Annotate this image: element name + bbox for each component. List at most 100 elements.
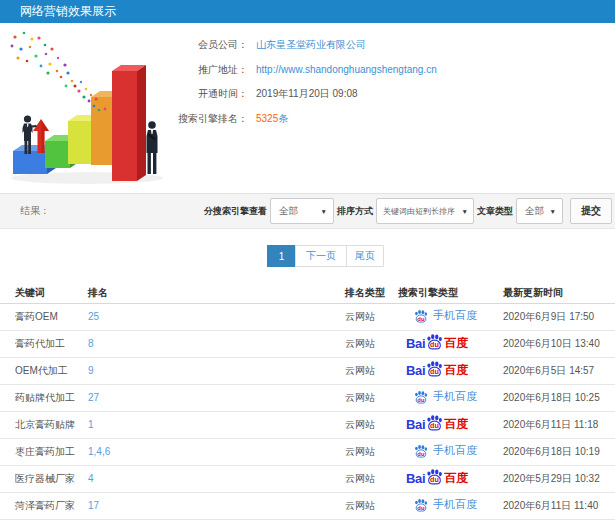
keyword-cell: 膏药OEM <box>0 303 88 330</box>
updated-cell: 2020年6月11日 11:18 <box>503 411 615 438</box>
member-info: 会员公司： 山东皇圣堂药业有限公司 推广地址： http://www.shand… <box>0 33 615 131</box>
svg-text:du: du <box>430 421 439 430</box>
baidu-logo[interactable]: Baidu百度 <box>398 333 468 354</box>
baidu-logo[interactable]: Baidu百度 <box>398 414 468 435</box>
mobile-baidu-link[interactable]: du 手机百度 <box>398 497 477 512</box>
header-rank-type: 排名类型 <box>345 283 398 303</box>
engine-view-label: 分搜索引擎查看 <box>204 205 267 218</box>
info-row-open-time: 开通时间： 2019年11月20日 09:08 <box>0 82 615 107</box>
table-row: 枣庄膏药加工1,4,6 云网站 du 手机百度 2020年6月18日 10:19 <box>0 438 615 465</box>
rank-cell: 1 <box>88 411 345 438</box>
baidu-logo[interactable]: Baidu百度 <box>398 468 468 489</box>
company-label: 会员公司： <box>0 38 248 52</box>
baidu-paw-icon: du <box>426 360 443 377</box>
baidu-paw-icon: du <box>414 498 428 512</box>
info-row-rank-count: 搜索引擎排名： 5325条 <box>0 107 615 132</box>
page-last-button[interactable]: 尾页 <box>346 245 384 267</box>
rank-link[interactable]: 1 <box>88 419 94 430</box>
mobile-baidu-link[interactable]: du 手机百度 <box>398 389 477 404</box>
rank-count-number: 5325 <box>256 113 278 124</box>
updated-cell: 2020年6月18日 10:19 <box>503 438 615 465</box>
pagination: 1 下一页 尾页 <box>18 244 615 268</box>
table-row: 膏药代加工8云网站Baidu百度2020年6月10日 13:40 <box>0 330 615 357</box>
rank-count-suffix: 条 <box>278 113 288 124</box>
rank-cell: 27 <box>88 384 345 411</box>
rank-type-cell: 云网站 <box>345 357 398 384</box>
title-bar: 网络营销效果展示 <box>0 0 615 23</box>
rank-type-cell: 云网站 <box>345 438 398 465</box>
engine-label: 手机百度 <box>433 497 477 512</box>
rank-link[interactable]: 1,4,6 <box>88 446 110 457</box>
chevron-down-icon: ▼ <box>321 208 327 215</box>
keyword-cell: 菏泽膏药厂家 <box>0 492 88 519</box>
filter-bar: 结果： 分搜索引擎查看 全部 ▼ 排序方式 关键词由短到长排序 ▼ 文章类型 全… <box>0 193 615 229</box>
engine-cell: Baidu百度 <box>398 465 503 492</box>
updated-cell: 2020年6月10日 13:40 <box>503 330 615 357</box>
header-engine-type: 搜索引擎类型 <box>398 283 503 303</box>
open-time-label: 开通时间： <box>0 87 248 101</box>
engine-view-selected: 全部 <box>279 205 298 218</box>
header-keyword: 关键词 <box>0 283 88 303</box>
submit-button[interactable]: 提交 <box>570 198 612 224</box>
filter-controls: 分搜索引擎查看 全部 ▼ 排序方式 关键词由短到长排序 ▼ 文章类型 全部 ▼ … <box>201 194 612 228</box>
baidu-bai-text: Bai <box>406 336 425 351</box>
rank-cell: 1,4,6 <box>88 438 345 465</box>
rank-link[interactable]: 27 <box>88 392 99 403</box>
svg-text:du: du <box>417 451 425 457</box>
keyword-cell: OEM代加工 <box>0 357 88 384</box>
mobile-baidu-link[interactable]: du 手机百度 <box>398 308 477 323</box>
page-next-button[interactable]: 下一页 <box>295 245 347 267</box>
page-current: 1 <box>267 245 296 267</box>
updated-cell: 2020年6月18日 10:25 <box>503 384 615 411</box>
result-label: 结果： <box>20 204 50 218</box>
baidu-paw-icon: du <box>426 333 443 350</box>
article-type-select[interactable]: 全部 ▼ <box>516 198 563 224</box>
engine-label: 手机百度 <box>433 389 477 404</box>
baidu-cn-text: 百度 <box>444 470 468 487</box>
keyword-cell: 枣庄膏药加工 <box>0 438 88 465</box>
updated-cell: 2020年5月29日 10:32 <box>503 465 615 492</box>
keyword-cell: 医疗器械厂家 <box>0 465 88 492</box>
open-time-value: 2019年11月20日 09:08 <box>256 87 358 101</box>
rank-count-label: 搜索引擎排名： <box>0 112 248 126</box>
rank-link[interactable]: 4 <box>88 473 94 484</box>
engine-cell: Baidu百度 <box>398 330 503 357</box>
chevron-down-icon: ▼ <box>550 208 556 215</box>
article-type-label: 文章类型 <box>477 205 513 218</box>
rank-type-cell: 云网站 <box>345 303 398 330</box>
rank-cell: 9 <box>88 357 345 384</box>
mobile-baidu-link[interactable]: du 手机百度 <box>398 443 477 458</box>
results-table-body: 膏药OEM25云网站du手机百度2020年6月9日 17:50膏药代加工8云网站… <box>0 303 615 519</box>
rank-link[interactable]: 17 <box>88 500 99 511</box>
keyword-cell: 药贴牌代加工 <box>0 384 88 411</box>
rank-type-cell: 云网站 <box>345 492 398 519</box>
header-rank: 排名 <box>88 283 345 303</box>
engine-label: 手机百度 <box>433 308 477 323</box>
engine-cell: du 手机百度 <box>398 492 503 519</box>
engine-view-select[interactable]: 全部 ▼ <box>270 198 334 224</box>
rank-count-value: 5325条 <box>256 112 288 126</box>
svg-text:du: du <box>417 316 425 322</box>
updated-cell: 2020年6月5日 14:57 <box>503 357 615 384</box>
table-header-row: 关键词 排名 排名类型 搜索引擎类型 最新更新时间 <box>0 283 615 303</box>
engine-cell: Baidu百度 <box>398 411 503 438</box>
rank-link[interactable]: 9 <box>88 365 94 376</box>
engine-label: 手机百度 <box>433 443 477 458</box>
engine-cell: du 手机百度 <box>398 384 503 411</box>
sort-select[interactable]: 关键词由短到长排序 ▼ <box>376 198 474 224</box>
info-section: 会员公司： 山东皇圣堂药业有限公司 推广地址： http://www.shand… <box>0 23 615 193</box>
rank-link[interactable]: 25 <box>88 311 99 322</box>
baidu-bai-text: Bai <box>406 363 425 378</box>
company-value-link[interactable]: 山东皇圣堂药业有限公司 <box>256 38 366 52</box>
rank-type-cell: 云网站 <box>345 330 398 357</box>
rank-type-cell: 云网站 <box>345 465 398 492</box>
chevron-down-icon: ▼ <box>462 208 468 215</box>
url-value-link[interactable]: http://www.shandonghuangshengtang.cn <box>256 64 437 75</box>
svg-text:du: du <box>430 475 439 484</box>
svg-text:du: du <box>417 397 425 403</box>
baidu-bai-text: Bai <box>406 417 425 432</box>
page-title: 网络营销效果展示 <box>20 4 116 18</box>
keyword-cell: 北京膏药贴牌 <box>0 411 88 438</box>
baidu-logo[interactable]: Baidu百度 <box>398 360 468 381</box>
rank-link[interactable]: 8 <box>88 338 94 349</box>
